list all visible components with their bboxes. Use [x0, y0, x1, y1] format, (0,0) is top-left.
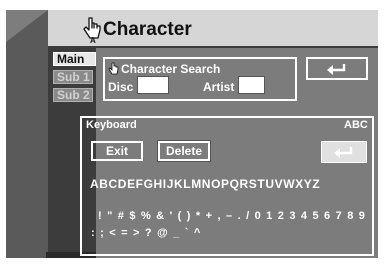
disc-field[interactable] — [137, 76, 169, 94]
keyboard-mode-label[interactable]: ABC — [344, 118, 368, 132]
keyboard-enter-button[interactable] — [321, 141, 367, 163]
svg-text:A: A — [90, 36, 96, 44]
keyboard-symbols-row-2[interactable]: : ; < = > ? @ _ ` ^ — [91, 226, 202, 240]
keyboard-symbols-row-1[interactable]: ! " # $ % & ' ( ) * + , – . / 0 1 2 3 4 … — [98, 209, 366, 223]
hand-cursor-icon: A — [83, 17, 101, 44]
tab-sub-1[interactable]: Sub 1 — [53, 70, 93, 84]
disc-label: Disc — [108, 80, 134, 94]
artist-label: Artist — [203, 80, 235, 94]
exit-button[interactable]: Exit — [91, 141, 143, 161]
return-arrow-icon — [327, 63, 346, 75]
hand-cursor-icon — [108, 62, 119, 75]
keyboard-letters-row[interactable]: ABCDEFGHIJKLMNOPQRSTUVWXYZ — [90, 177, 320, 191]
return-button[interactable] — [306, 57, 368, 80]
delete-button[interactable]: Delete — [157, 140, 211, 162]
tab-sub-2[interactable]: Sub 2 — [53, 88, 93, 102]
character-search-title: Character Search — [121, 62, 221, 76]
artist-field[interactable] — [238, 76, 265, 94]
frame-corner-bevel — [6, 10, 48, 42]
tab-main[interactable]: Main — [53, 52, 96, 66]
frame-left-bevel — [6, 10, 48, 258]
return-arrow-icon — [334, 147, 353, 158]
keyboard-label: Keyboard — [86, 119, 137, 131]
page-title: Character — [103, 19, 192, 40]
